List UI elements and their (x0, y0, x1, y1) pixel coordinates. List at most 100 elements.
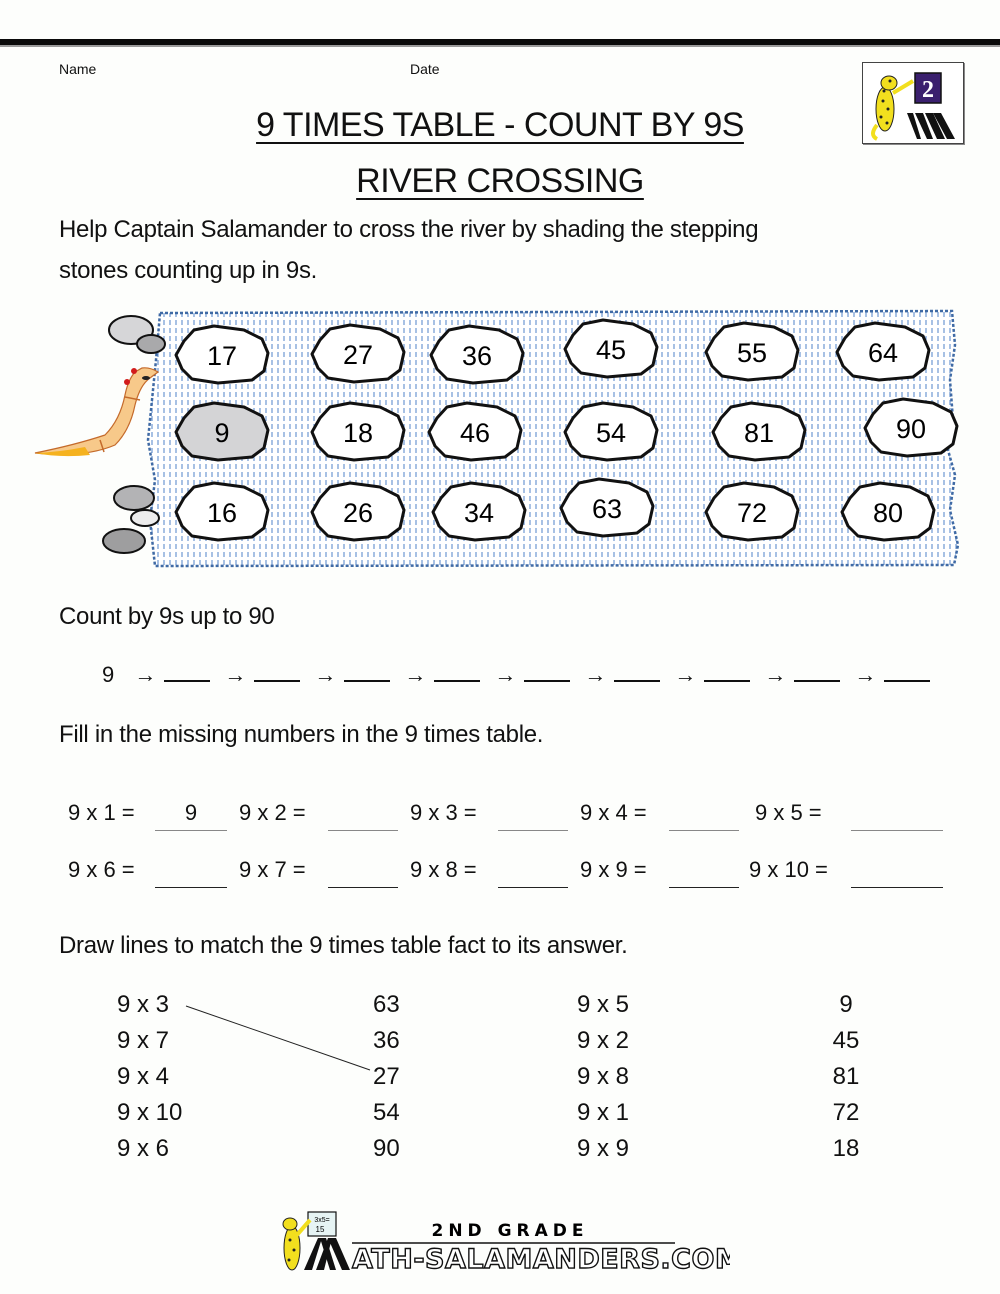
answer-line[interactable] (851, 830, 943, 831)
stepping-stone[interactable]: 54 (563, 401, 659, 462)
arrow-right-icon: → (674, 662, 697, 687)
stepping-stone[interactable]: 80 (840, 481, 936, 542)
stepping-stone[interactable]: 34 (431, 481, 527, 542)
stepping-stone[interactable]: 36 (429, 324, 525, 385)
arrow-right-icon: → (764, 662, 787, 687)
stepping-stone[interactable]: 81 (711, 401, 807, 462)
answer-line[interactable] (328, 830, 398, 831)
answer-line[interactable] (155, 830, 227, 831)
stepping-stone[interactable]: 55 (704, 321, 800, 382)
match-answer-right[interactable]: 72 (816, 1099, 876, 1127)
sequence-blank[interactable] (704, 660, 751, 682)
match-fact-right[interactable]: 9 x 9 (577, 1135, 629, 1163)
sequence-blank[interactable] (254, 660, 301, 682)
stepping-stone[interactable]: 26 (310, 481, 406, 542)
stepping-stone[interactable]: 90 (863, 397, 959, 458)
sequence-blank[interactable] (344, 660, 391, 682)
match-fact-left[interactable]: 9 x 3 (117, 991, 169, 1019)
stepping-stone[interactable]: 63 (559, 477, 655, 538)
bank-rock (102, 528, 146, 554)
fact-label: 9 x 10 = (749, 857, 828, 882)
answer-line[interactable] (498, 830, 568, 831)
bank-rock (113, 485, 155, 511)
match-fact-right[interactable]: 9 x 1 (577, 1099, 629, 1127)
arrow-right-icon: → (494, 662, 517, 687)
count-sequence: 9 → → → → → → → → → (102, 660, 931, 688)
fact-label: 9 x 3 = (410, 800, 477, 825)
stone-number: 36 (462, 341, 492, 371)
stone-number: 17 (207, 341, 237, 371)
stone-number: 45 (596, 335, 626, 365)
stepping-stone[interactable]: 17 (174, 324, 270, 385)
stone-number: 81 (744, 418, 774, 448)
answer-line[interactable] (851, 887, 943, 888)
arrow-right-icon: → (224, 662, 247, 687)
stepping-stone[interactable]: 9 (174, 401, 270, 462)
match-answer-right[interactable]: 9 (816, 991, 876, 1019)
match-fact-right[interactable]: 9 x 5 (577, 991, 629, 1019)
fact-label: 9 x 9 = (580, 857, 647, 882)
stone-number: 55 (737, 338, 767, 368)
fact-label: 9 x 4 = (580, 800, 647, 825)
match-answer-left[interactable]: 63 (373, 991, 400, 1019)
stepping-stone[interactable]: 27 (310, 323, 406, 384)
match-heading: Draw lines to match the 9 times table fa… (59, 932, 628, 959)
answer-value[interactable]: 9 (155, 800, 227, 826)
sequence-blank[interactable] (434, 660, 481, 682)
stepping-stone[interactable]: 45 (563, 318, 659, 379)
arrow-right-icon: → (314, 662, 337, 687)
match-fact-left[interactable]: 9 x 7 (117, 1027, 169, 1055)
match-answer-right[interactable]: 81 (816, 1063, 876, 1091)
match-answer-right[interactable]: 45 (816, 1027, 876, 1055)
stone-number: 80 (873, 498, 903, 528)
stone-number: 64 (868, 338, 898, 368)
arrow-right-icon: → (404, 662, 427, 687)
sequence-blank[interactable] (614, 660, 661, 682)
stepping-stone[interactable]: 46 (427, 401, 523, 462)
fact-label: 9 x 7 = (239, 857, 306, 882)
stone-number: 54 (596, 418, 626, 448)
fact-label: 9 x 6 = (68, 857, 135, 882)
svg-text:ATH-SALAMANDERS.COM: ATH-SALAMANDERS.COM (352, 1244, 730, 1275)
salamander-icon (34, 367, 160, 457)
stone-number: 26 (343, 498, 373, 528)
answer-line[interactable] (328, 887, 398, 888)
arrow-right-icon: → (584, 662, 607, 687)
match-answer-left[interactable]: 27 (373, 1063, 400, 1091)
stone-number: 27 (343, 340, 373, 370)
answer-line[interactable] (669, 830, 739, 831)
answer-line[interactable] (669, 887, 739, 888)
stepping-stone[interactable]: 16 (174, 481, 270, 542)
svg-text:3x5=: 3x5= (314, 1217, 329, 1224)
match-fact-left[interactable]: 9 x 4 (117, 1063, 169, 1091)
sequence-blank[interactable] (884, 660, 931, 682)
sequence-blank[interactable] (524, 660, 571, 682)
bank-rock (130, 509, 160, 527)
sequence-start: 9 (102, 662, 115, 687)
stone-number: 46 (460, 418, 490, 448)
fill-heading: Fill in the missing numbers in the 9 tim… (59, 721, 544, 748)
stepping-stone[interactable]: 18 (310, 401, 406, 462)
stone-number: 72 (737, 498, 767, 528)
fact-label: 9 x 8 = (410, 857, 477, 882)
match-fact-left[interactable]: 9 x 10 (117, 1099, 182, 1127)
match-answer-right[interactable]: 18 (816, 1135, 876, 1163)
svg-text:15: 15 (316, 1225, 325, 1234)
stone-number: 63 (592, 494, 622, 524)
answer-line[interactable] (155, 887, 227, 888)
match-fact-left[interactable]: 9 x 6 (117, 1135, 169, 1163)
river-water (146, 309, 960, 568)
match-fact-right[interactable]: 9 x 2 (577, 1027, 629, 1055)
stepping-stone[interactable]: 64 (835, 321, 931, 382)
match-answer-left[interactable]: 90 (373, 1135, 400, 1163)
sequence-blank[interactable] (164, 660, 211, 682)
match-answer-left[interactable]: 36 (373, 1027, 400, 1055)
sequence-blank[interactable] (794, 660, 841, 682)
stepping-stone[interactable]: 72 (704, 481, 800, 542)
svg-text:2ND GRADE: 2ND GRADE (431, 1221, 588, 1241)
stone-number: 90 (896, 414, 926, 444)
bank-rock (136, 334, 166, 354)
answer-line[interactable] (498, 887, 568, 888)
match-answer-left[interactable]: 54 (373, 1099, 400, 1127)
match-fact-right[interactable]: 9 x 8 (577, 1063, 629, 1091)
